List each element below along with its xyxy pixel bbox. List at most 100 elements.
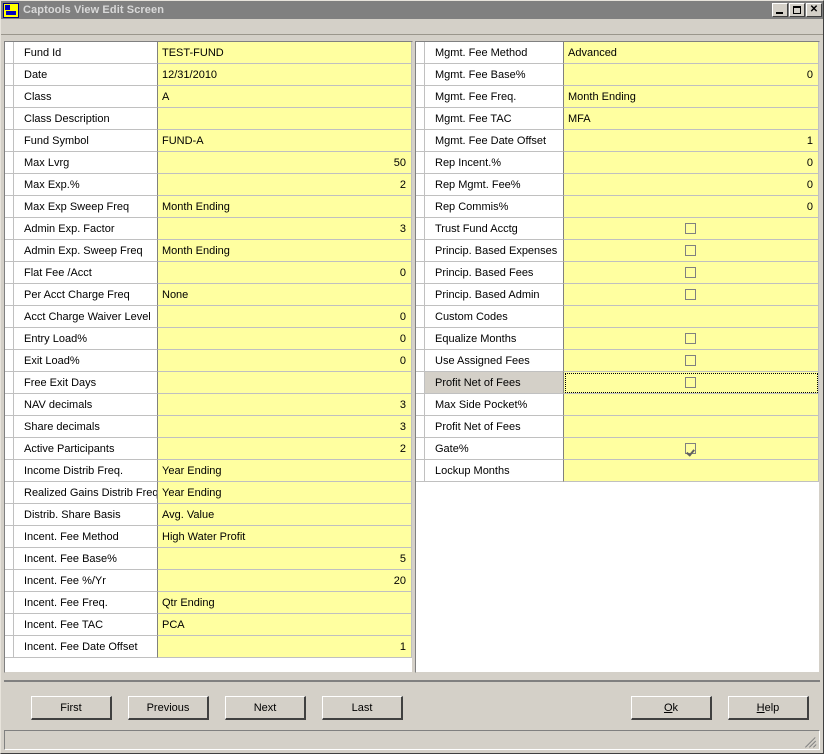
row-selector[interactable] <box>5 416 14 438</box>
checkbox[interactable] <box>685 377 696 388</box>
field-value[interactable]: 5 <box>158 548 412 570</box>
row-selector[interactable] <box>5 438 14 460</box>
field-value[interactable] <box>158 372 412 394</box>
grid-row[interactable]: Flat Fee /Acct 0 <box>5 262 412 284</box>
field-value[interactable]: 0 <box>158 350 412 372</box>
row-selector[interactable] <box>5 570 14 592</box>
row-selector[interactable] <box>5 636 14 658</box>
field-value[interactable]: A <box>158 86 412 108</box>
minimize-button[interactable] <box>772 3 788 17</box>
help-button[interactable]: Help <box>728 696 809 720</box>
row-selector[interactable] <box>5 262 14 284</box>
field-value[interactable]: 0 <box>564 196 819 218</box>
previous-button[interactable]: Previous <box>128 696 209 720</box>
field-value[interactable] <box>564 372 819 394</box>
field-value[interactable]: FUND-A <box>158 130 412 152</box>
row-selector[interactable] <box>416 196 425 218</box>
grid-row[interactable]: Class Description <box>5 108 412 130</box>
grid-row[interactable]: Max Side Pocket% <box>416 394 819 416</box>
grid-row[interactable]: Incent. Fee %/Yr 20 <box>5 570 412 592</box>
grid-row[interactable]: Admin Exp. Sweep Freq Month Ending <box>5 240 412 262</box>
field-value[interactable] <box>564 460 819 482</box>
field-value[interactable]: 0 <box>158 328 412 350</box>
field-value[interactable]: 3 <box>158 416 412 438</box>
field-value[interactable] <box>564 240 819 262</box>
row-selector[interactable] <box>5 42 14 64</box>
first-button[interactable]: First <box>31 696 112 720</box>
field-value[interactable] <box>564 416 819 438</box>
grid-row[interactable]: Income Distrib Freq. Year Ending <box>5 460 412 482</box>
grid-row[interactable]: Active Participants 2 <box>5 438 412 460</box>
field-value[interactable]: PCA <box>158 614 412 636</box>
row-selector[interactable] <box>416 328 425 350</box>
row-selector[interactable] <box>5 350 14 372</box>
grid-row[interactable]: Entry Load% 0 <box>5 328 412 350</box>
grid-row[interactable]: Custom Codes <box>416 306 819 328</box>
grid-row[interactable]: Admin Exp. Factor 3 <box>5 218 412 240</box>
grid-row[interactable]: Princip. Based Expenses <box>416 240 819 262</box>
field-value[interactable]: 2 <box>158 438 412 460</box>
field-value[interactable]: 20 <box>158 570 412 592</box>
grid-row[interactable]: Incent. Fee Method High Water Profit <box>5 526 412 548</box>
grid-row[interactable]: NAV decimals 3 <box>5 394 412 416</box>
field-value[interactable]: 0 <box>564 174 819 196</box>
checkbox[interactable] <box>685 267 696 278</box>
row-selector[interactable] <box>416 438 425 460</box>
field-value[interactable]: Avg. Value <box>158 504 412 526</box>
field-value[interactable]: Month Ending <box>564 86 819 108</box>
field-value[interactable]: Month Ending <box>158 240 412 262</box>
next-button[interactable]: Next <box>225 696 306 720</box>
field-value[interactable] <box>564 306 819 328</box>
grid-row[interactable]: Share decimals 3 <box>5 416 412 438</box>
grid-row[interactable]: Date 12/31/2010 <box>5 64 412 86</box>
grid-row[interactable]: Mgmt. Fee Method Advanced <box>416 42 819 64</box>
field-value[interactable] <box>564 394 819 416</box>
row-selector[interactable] <box>416 152 425 174</box>
field-value[interactable] <box>564 328 819 350</box>
field-value[interactable]: 1 <box>158 636 412 658</box>
row-selector[interactable] <box>416 240 425 262</box>
row-selector[interactable] <box>5 284 14 306</box>
field-value[interactable]: 2 <box>158 174 412 196</box>
field-value[interactable]: 0 <box>158 262 412 284</box>
row-selector[interactable] <box>5 218 14 240</box>
field-value[interactable] <box>564 284 819 306</box>
row-selector[interactable] <box>5 526 14 548</box>
grid-row[interactable]: Trust Fund Acctg <box>416 218 819 240</box>
grid-row[interactable]: Realized Gains Distrib Freq. Year Ending <box>5 482 412 504</box>
grid-row[interactable]: Gate% <box>416 438 819 460</box>
field-value[interactable]: 1 <box>564 130 819 152</box>
field-value[interactable] <box>564 350 819 372</box>
grid-row[interactable]: Per Acct Charge Freq None <box>5 284 412 306</box>
field-value[interactable]: Qtr Ending <box>158 592 412 614</box>
row-selector[interactable] <box>416 42 425 64</box>
row-selector[interactable] <box>416 64 425 86</box>
field-value[interactable]: 3 <box>158 394 412 416</box>
field-value[interactable]: Year Ending <box>158 482 412 504</box>
row-selector[interactable] <box>416 394 425 416</box>
grid-row[interactable]: Incent. Fee TAC PCA <box>5 614 412 636</box>
grid-row[interactable]: Free Exit Days <box>5 372 412 394</box>
row-selector[interactable] <box>416 460 425 482</box>
row-selector[interactable] <box>5 108 14 130</box>
row-selector[interactable] <box>5 64 14 86</box>
row-selector[interactable] <box>5 130 14 152</box>
grid-row[interactable]: Mgmt. Fee Date Offset 1 <box>416 130 819 152</box>
grid-row[interactable]: Acct Charge Waiver Level 0 <box>5 306 412 328</box>
row-selector[interactable] <box>5 548 14 570</box>
grid-row[interactable]: Exit Load% 0 <box>5 350 412 372</box>
row-selector[interactable] <box>5 240 14 262</box>
grid-row[interactable]: Rep Commis% 0 <box>416 196 819 218</box>
field-value[interactable]: High Water Profit <box>158 526 412 548</box>
checkbox[interactable] <box>685 333 696 344</box>
grid-row[interactable]: Rep Incent.% 0 <box>416 152 819 174</box>
grid-row[interactable]: Mgmt. Fee TAC MFA <box>416 108 819 130</box>
field-value[interactable]: 3 <box>158 218 412 240</box>
row-selector[interactable] <box>5 306 14 328</box>
grid-row[interactable]: Use Assigned Fees <box>416 350 819 372</box>
row-selector[interactable] <box>5 174 14 196</box>
row-selector[interactable] <box>416 416 425 438</box>
checkbox[interactable] <box>685 355 696 366</box>
row-selector[interactable] <box>5 482 14 504</box>
last-button[interactable]: Last <box>322 696 403 720</box>
